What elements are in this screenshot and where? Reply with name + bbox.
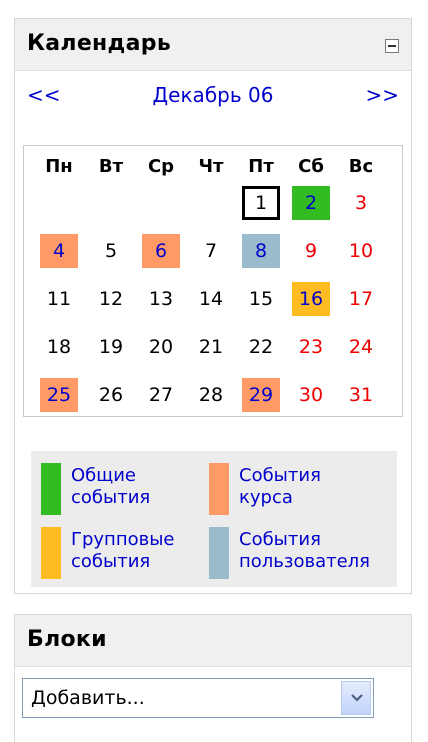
calendar-day: 14 bbox=[198, 288, 224, 310]
calendar-day-course-event[interactable]: 29 bbox=[242, 378, 280, 412]
chevron-down-icon[interactable] bbox=[341, 681, 371, 715]
weekday-header: Ср bbox=[147, 156, 175, 177]
calendar-day: 31 bbox=[348, 384, 374, 406]
next-month-link[interactable]: >> bbox=[365, 83, 399, 107]
calendar-day: 3 bbox=[354, 192, 368, 214]
blocks-title: Блоки bbox=[27, 627, 107, 652]
weekday-header: Пт bbox=[248, 156, 274, 177]
legend-swatch-course bbox=[209, 463, 229, 515]
calendar-day: 28 bbox=[198, 384, 224, 406]
legend-label-user[interactable]: События пользователя bbox=[239, 529, 370, 573]
calendar-legend: Общие события События курса Групповые события… bbox=[31, 451, 397, 587]
calendar-day: 19 bbox=[98, 336, 124, 358]
calendar-nav: Декабрь 06 << >> bbox=[15, 71, 411, 119]
calendar-day: 23 bbox=[298, 336, 324, 358]
prev-month-link[interactable]: << bbox=[27, 83, 61, 107]
collapse-icon[interactable] bbox=[385, 39, 399, 53]
calendar-day-today: 1 bbox=[242, 186, 280, 220]
calendar-day: 20 bbox=[148, 336, 174, 358]
legend-swatch-global bbox=[41, 463, 61, 515]
legend-swatch-user bbox=[209, 527, 229, 579]
calendar-day: 22 bbox=[248, 336, 274, 358]
calendar-day-user-event[interactable]: 8 bbox=[242, 234, 280, 268]
weekday-header: Чт bbox=[198, 156, 224, 177]
weekday-header: Вс bbox=[348, 156, 374, 177]
add-block-select[interactable]: Добавить... bbox=[22, 678, 374, 718]
calendar-day: 21 bbox=[198, 336, 224, 358]
legend-label-global[interactable]: Общие события bbox=[71, 465, 150, 509]
calendar-day: 7 bbox=[204, 240, 218, 262]
blocks-header: Блоки bbox=[15, 615, 411, 667]
calendar-day: 15 bbox=[248, 288, 274, 310]
calendar-day: 13 bbox=[148, 288, 174, 310]
calendar-header: Календарь bbox=[15, 19, 411, 71]
calendar-day: 12 bbox=[98, 288, 124, 310]
calendar-title: Календарь bbox=[27, 31, 172, 56]
calendar-day: 27 bbox=[148, 384, 174, 406]
calendar-day: 5 bbox=[104, 240, 118, 262]
calendar-day-course-event[interactable]: 6 bbox=[142, 234, 180, 268]
calendar-day-course-event[interactable]: 25 bbox=[40, 378, 78, 412]
calendar-day: 10 bbox=[348, 240, 374, 262]
calendar-block: Календарь Декабрь 06 << >> Пн Вт Ср Чт Пт Сб В… bbox=[14, 18, 412, 594]
calendar-day-group-event[interactable]: 16 bbox=[292, 282, 330, 316]
weekday-header: Вт bbox=[98, 156, 124, 177]
calendar-day: 24 bbox=[348, 336, 374, 358]
add-block-select-value: Добавить... bbox=[31, 687, 145, 709]
legend-swatch-group bbox=[41, 527, 61, 579]
calendar-day-course-event[interactable]: 4 bbox=[40, 234, 78, 268]
month-link[interactable]: Декабрь 06 bbox=[15, 83, 411, 107]
calendar-day: 17 bbox=[348, 288, 374, 310]
legend-label-group[interactable]: Групповые события bbox=[71, 529, 175, 573]
calendar-grid: Пн Вт Ср Чт Пт Сб Вс 1 2 3 4 5 6 7 8 9 10 11 12 13 14 15 16 17 1… bbox=[23, 145, 403, 417]
calendar-day: 18 bbox=[46, 336, 72, 358]
calendar-day: 9 bbox=[304, 240, 318, 262]
calendar-day-global-event[interactable]: 2 bbox=[292, 186, 330, 220]
weekday-header: Сб bbox=[298, 156, 324, 177]
legend-label-course[interactable]: События курса bbox=[239, 465, 321, 509]
calendar-day: 11 bbox=[46, 288, 72, 310]
calendar-day: 30 bbox=[298, 384, 324, 406]
calendar-day: 26 bbox=[98, 384, 124, 406]
weekday-header: Пн bbox=[45, 156, 73, 177]
